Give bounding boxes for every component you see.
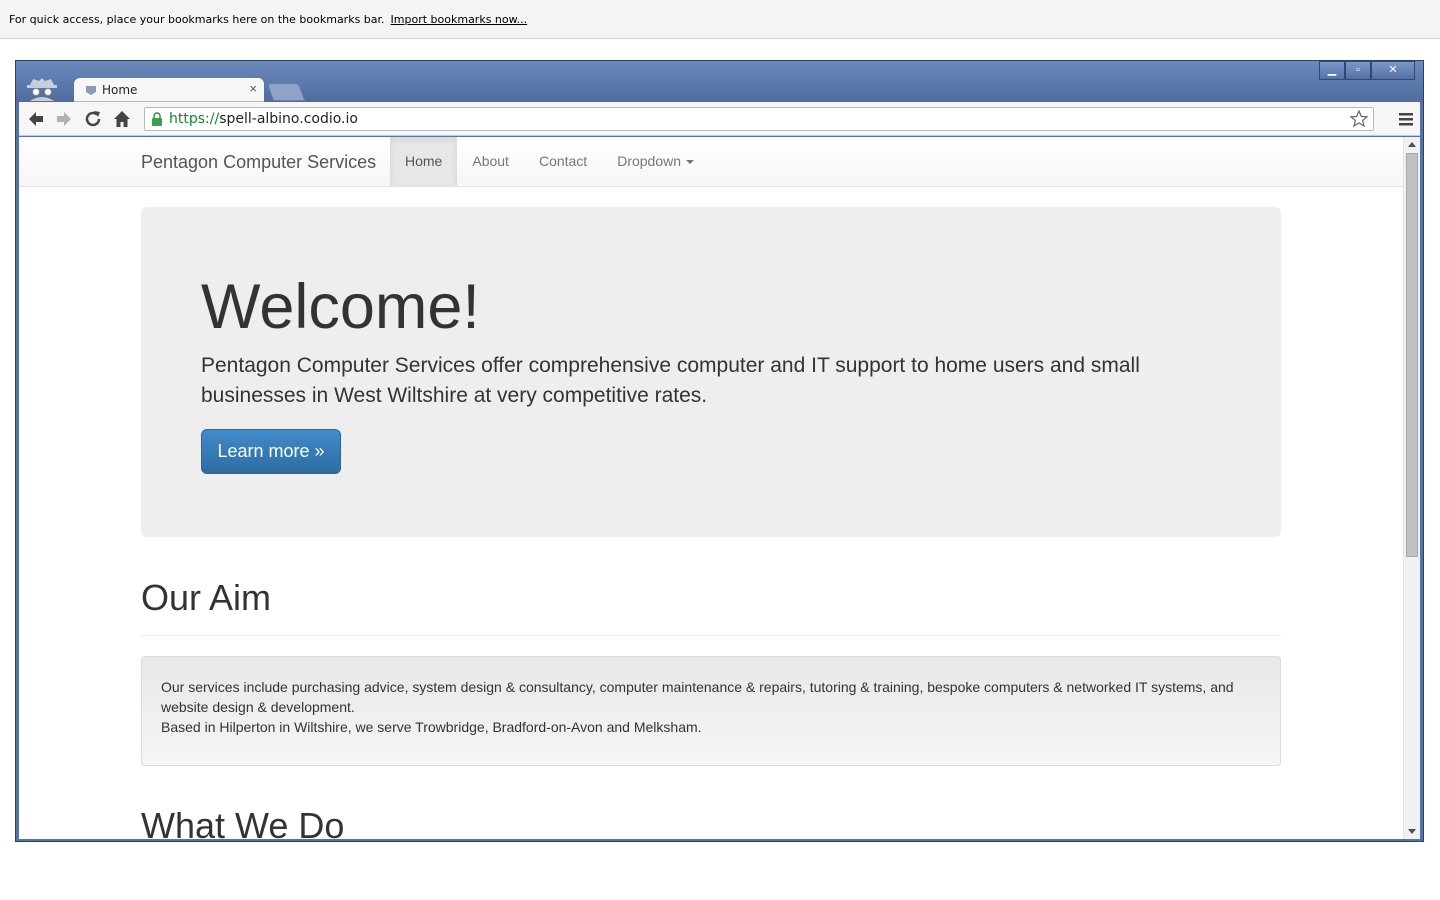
what-we-do-heading: What We Do	[141, 805, 345, 839]
maximize-button[interactable]: ▫	[1345, 61, 1371, 80]
browser-window: Home × ▁ ▫ ✕ https://spell-albino.codio.…	[15, 60, 1424, 842]
scroll-down-arrow-icon[interactable]	[1408, 829, 1416, 834]
secure-lock-icon	[152, 112, 162, 126]
hero-jumbotron: Welcome! Pentagon Computer Services offe…	[141, 207, 1281, 537]
nav-about[interactable]: About	[457, 137, 524, 186]
aim-well: Our services include purchasing advice, …	[141, 656, 1281, 766]
new-tab-button[interactable]	[266, 83, 306, 101]
site-brand[interactable]: Pentagon Computer Services	[141, 152, 376, 173]
window-controls: ▁ ▫ ✕	[1319, 61, 1415, 80]
url-host: spell-albino.codio.io	[219, 111, 358, 127]
our-aim-heading: Our Aim	[141, 577, 272, 618]
vertical-scrollbar[interactable]	[1403, 137, 1420, 839]
browser-toolbar: https://spell-albino.codio.io	[19, 102, 1420, 136]
title-bar: Home × ▁ ▫ ✕	[16, 61, 1423, 103]
url-scheme: https://	[169, 111, 220, 127]
nav-dropdown-label: Dropdown	[617, 153, 682, 169]
forward-icon[interactable]	[53, 108, 75, 130]
url-text[interactable]: https://spell-albino.codio.io	[169, 111, 358, 127]
chrome-menu-icon[interactable]	[1396, 108, 1416, 130]
site-navbar: Pentagon Computer Services Home About Co…	[19, 137, 1403, 187]
section-divider	[141, 635, 1281, 636]
aim-line-1: Our services include purchasing advice, …	[161, 679, 1234, 715]
page-favicon-icon	[86, 86, 96, 95]
tab-title: Home	[102, 83, 138, 97]
bookmarks-message-text: For quick access, place your bookmarks h…	[9, 13, 385, 26]
scrollbar-thumb[interactable]	[1406, 153, 1418, 557]
caret-down-icon	[686, 160, 695, 165]
page-viewport: Pentagon Computer Services Home About Co…	[19, 137, 1420, 839]
bookmark-star-icon[interactable]	[1349, 109, 1369, 129]
nav-home[interactable]: Home	[390, 137, 458, 186]
tab-close-icon[interactable]: ×	[249, 81, 257, 96]
import-bookmarks-link[interactable]: Import bookmarks now...	[391, 13, 528, 26]
hero-lead: Pentagon Computer Services offer compreh…	[201, 354, 1140, 407]
aim-text: Our services include purchasing advice, …	[161, 677, 1261, 737]
nav-dropdown[interactable]: Dropdown	[602, 137, 709, 186]
scroll-up-arrow-icon[interactable]	[1408, 142, 1416, 147]
incognito-icon	[27, 78, 57, 101]
home-icon[interactable]	[111, 108, 133, 130]
nav-contact[interactable]: Contact	[524, 137, 602, 186]
bookmarks-bar-message: For quick access, place your bookmarks h…	[9, 13, 527, 26]
minimize-button[interactable]: ▁	[1319, 61, 1345, 80]
reload-icon[interactable]	[82, 108, 104, 130]
tab-home[interactable]: Home ×	[74, 78, 264, 102]
site-nav: Home About Contact Dropdown	[390, 137, 709, 186]
aim-line-2: Based in Hilperton in Wiltshire, we serv…	[161, 719, 702, 735]
learn-more-button[interactable]: Learn more »	[201, 429, 341, 474]
close-window-button[interactable]: ✕	[1371, 61, 1415, 80]
bookmarks-bar: For quick access, place your bookmarks h…	[0, 0, 1440, 39]
hero-heading: Welcome!	[201, 272, 480, 342]
address-bar[interactable]: https://spell-albino.codio.io	[144, 107, 1374, 131]
back-icon[interactable]	[25, 108, 47, 130]
